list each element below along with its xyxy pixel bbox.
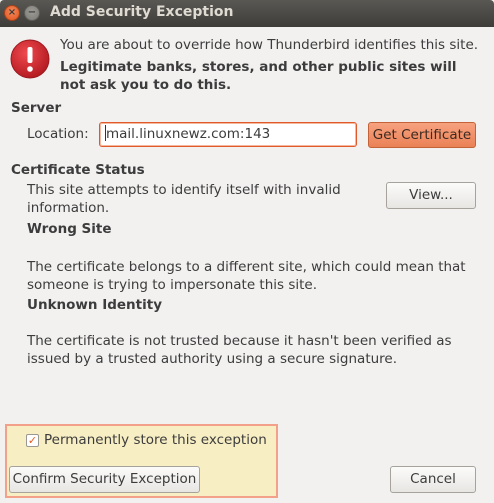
get-certificate-label: Get Certificate <box>372 127 472 143</box>
cancel-button-label: Cancel <box>410 471 456 487</box>
certificate-status-description: This site attempts to identify itself wi… <box>27 182 341 216</box>
exclamation-warning-icon <box>10 39 50 79</box>
server-heading: Server <box>11 100 62 116</box>
confirm-button-label: Confirm Security Exception <box>12 471 197 487</box>
close-icon[interactable]: × <box>4 5 20 21</box>
warning-emphasis: Legitimate banks, stores, and other publ… <box>60 59 457 93</box>
cancel-button[interactable]: Cancel <box>390 466 476 493</box>
location-value: mail.linuxnewz.com:143 <box>106 126 271 142</box>
window-title: Add Security Exception <box>50 4 234 20</box>
permanent-store-checkbox[interactable]: ✓ <box>26 434 39 447</box>
warning-message: You are about to override how Thunderbir… <box>60 37 479 53</box>
unknown-identity-heading: Unknown Identity <box>27 297 163 313</box>
view-button[interactable]: View... <box>386 182 476 209</box>
get-certificate-button[interactable]: Get Certificate <box>368 122 476 148</box>
location-input[interactable]: mail.linuxnewz.com:143 <box>99 122 357 147</box>
unknown-identity-text: The certificate is not trusted because i… <box>27 333 452 367</box>
view-button-label: View... <box>409 187 453 203</box>
title-bar: × − Add Security Exception <box>0 0 494 27</box>
minimize-icon[interactable]: − <box>24 5 40 21</box>
permanent-store-label[interactable]: Permanently store this exception <box>44 432 267 448</box>
wrong-site-heading: Wrong Site <box>27 221 112 237</box>
certificate-status-heading: Certificate Status <box>11 162 145 178</box>
wrong-site-text: The certificate belongs to a different s… <box>27 259 466 293</box>
confirm-security-exception-button[interactable]: Confirm Security Exception <box>9 466 200 493</box>
location-label: Location: <box>27 126 89 142</box>
